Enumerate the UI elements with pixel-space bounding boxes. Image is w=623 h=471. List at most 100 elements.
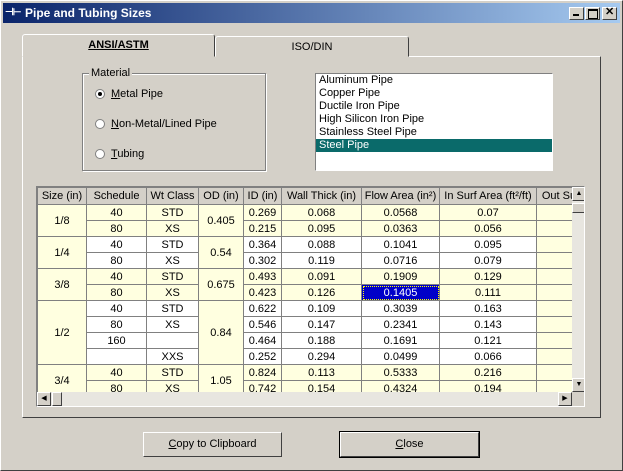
table-cell[interactable]: 0.1691 [361,332,440,349]
table-cell[interactable]: 0.423 [243,284,282,301]
table-cell[interactable]: 0.364 [243,236,282,253]
horizontal-scrollbar[interactable]: ◀ ▶ [37,392,572,406]
table-cell[interactable]: 0.622 [243,300,282,317]
close-window-button[interactable]: ✕ [602,6,617,20]
table-cell[interactable]: 0.215 [243,220,282,237]
table-cell[interactable]: 80 [86,220,147,237]
table-cell[interactable]: 0.824 [243,364,282,381]
table-cell[interactable]: 0.5333 [361,364,440,381]
table-cell[interactable]: 0.095 [439,236,537,253]
table-cell[interactable]: 0.3039 [361,300,440,317]
vertical-scrollbar[interactable]: ▲ ▼ [572,187,584,392]
tab-ansi-astm[interactable]: ANSI/ASTM [22,34,215,57]
table-cell[interactable]: 0.216 [439,364,537,381]
list-item[interactable]: Stainless Steel Pipe [316,126,552,139]
table-cell[interactable]: XS [146,284,199,301]
table-cell[interactable]: 0.068 [281,204,362,221]
table-cell[interactable]: 0.302 [243,252,282,269]
scroll-left-arrow-icon[interactable]: ◀ [37,392,51,406]
table-row[interactable]: 3/4 40 STD 1.05 0.824 0.113 0.5333 0.216 [37,364,582,397]
table-cell[interactable]: 0.091 [281,268,362,285]
table-cell[interactable]: 0.546 [243,316,282,333]
scroll-thumb[interactable] [572,203,584,213]
table-cell[interactable]: 0.147 [281,316,362,333]
table-row[interactable]: 80 XS 0.423 0.126 0.1405 0.111 [38,284,582,301]
column-header[interactable]: Flow Area (in²) [361,187,440,205]
table-cell[interactable]: 160 [86,332,147,349]
table-cell[interactable]: 0.252 [243,348,282,365]
table-cell[interactable]: 0.07 [439,204,537,221]
table-cell[interactable]: XS [146,252,199,269]
size-cell[interactable]: 1/4 [37,236,87,269]
table-cell[interactable]: STD [146,364,199,381]
table-row[interactable]: 80 XS 0.215 0.095 0.0363 0.056 [38,220,582,237]
title-bar[interactable]: ⊣⊢ Pipe and Tubing Sizes ✕ [3,3,620,23]
table-cell[interactable]: 0.111 [439,284,537,301]
table-cell[interactable]: 0.269 [243,204,282,221]
table-cell[interactable]: 0.0499 [361,348,440,365]
table-cell[interactable]: 40 [86,204,147,221]
table-row[interactable]: 160 0.464 0.188 0.1691 0.121 [38,332,582,349]
table-cell[interactable]: 0.066 [439,348,537,365]
table-cell[interactable]: 0.294 [281,348,362,365]
material-listbox[interactable]: Aluminum Pipe Copper Pipe Ductile Iron P… [315,73,553,171]
table-row[interactable]: 1/4 40 STD 0.54 0.364 0.088 0.1041 0.095 [37,236,582,269]
table-row[interactable]: XXS 0.252 0.294 0.0499 0.066 [38,348,582,365]
table-cell[interactable]: 0.079 [439,252,537,269]
table-row[interactable]: 1/8 40 STD 0.405 0.269 0.068 0.0568 0.07 [37,204,582,237]
table-row[interactable]: 1/2 40 STD 0.84 0.622 0.109 0.3039 0.163 [37,300,582,365]
table-cell[interactable]: 0.121 [439,332,537,349]
table-cell[interactable]: 0.113 [281,364,362,381]
table-cell[interactable]: 40 [86,236,147,253]
table-cell[interactable]: 80 [86,252,147,269]
list-item[interactable]: High Silicon Iron Pipe [316,113,552,126]
table-cell[interactable]: 0.0363 [361,220,440,237]
table-cell[interactable]: 0.2341 [361,316,440,333]
table-cell[interactable]: 0.0568 [361,204,440,221]
table-cell[interactable]: XS [146,220,199,237]
column-header[interactable]: Wall Thick (in) [281,187,362,205]
column-header[interactable]: Wt Class [146,187,199,205]
od-cell[interactable]: 0.84 [198,300,244,365]
table-cell[interactable]: XXS [146,348,199,365]
column-header[interactable]: Schedule [86,187,147,205]
table-cell[interactable]: 0.143 [439,316,537,333]
scroll-up-arrow-icon[interactable]: ▲ [572,187,584,201]
table-cell[interactable]: 0.0716 [361,252,440,269]
column-header[interactable]: OD (in) [198,187,244,205]
table-cell[interactable]: STD [146,204,199,221]
table-cell[interactable]: 0.1909 [361,268,440,285]
table-cell[interactable] [86,348,147,365]
table-cell[interactable]: 0.119 [281,252,362,269]
table-cell[interactable]: 0.088 [281,236,362,253]
od-cell[interactable]: 0.405 [198,204,244,237]
table-cell[interactable]: 0.1041 [361,236,440,253]
table-row[interactable]: 80 XS 0.546 0.147 0.2341 0.143 [38,316,582,333]
column-header[interactable]: ID (in) [243,187,282,205]
table-cell[interactable]: 40 [86,364,147,381]
column-header[interactable]: Size (in) [37,187,87,205]
od-cell[interactable]: 0.54 [198,236,244,269]
table-cell[interactable]: 40 [86,300,147,317]
table-cell[interactable]: 0.188 [281,332,362,349]
table-cell[interactable]: 0.163 [439,300,537,317]
table-cell[interactable]: 80 [86,284,147,301]
scroll-right-arrow-icon[interactable]: ▶ [558,392,572,406]
table-cell[interactable]: 0.056 [439,220,537,237]
table-row[interactable]: 3/8 40 STD 0.675 0.493 0.091 0.1909 0.129 [37,268,582,301]
table-cell[interactable]: 0.464 [243,332,282,349]
table-cell[interactable] [146,332,199,349]
copy-to-clipboard-button[interactable]: Copy to Clipboard [143,432,282,457]
size-cell[interactable]: 3/8 [37,268,87,301]
maximize-button[interactable] [585,7,600,20]
table-cell[interactable]: 0.126 [281,284,362,301]
table-cell[interactable]: 40 [86,268,147,285]
list-item[interactable]: Aluminum Pipe [316,74,552,87]
table-cell[interactable]: 0.095 [281,220,362,237]
table-cell[interactable]: 0.493 [243,268,282,285]
column-header[interactable]: In Surf Area (ft²/ft) [439,187,537,205]
table-cell[interactable]: STD [146,236,199,253]
selected-cell[interactable]: 0.1405 [361,284,440,301]
list-item-selected[interactable]: Steel Pipe [316,139,552,152]
list-item[interactable]: Ductile Iron Pipe [316,100,552,113]
